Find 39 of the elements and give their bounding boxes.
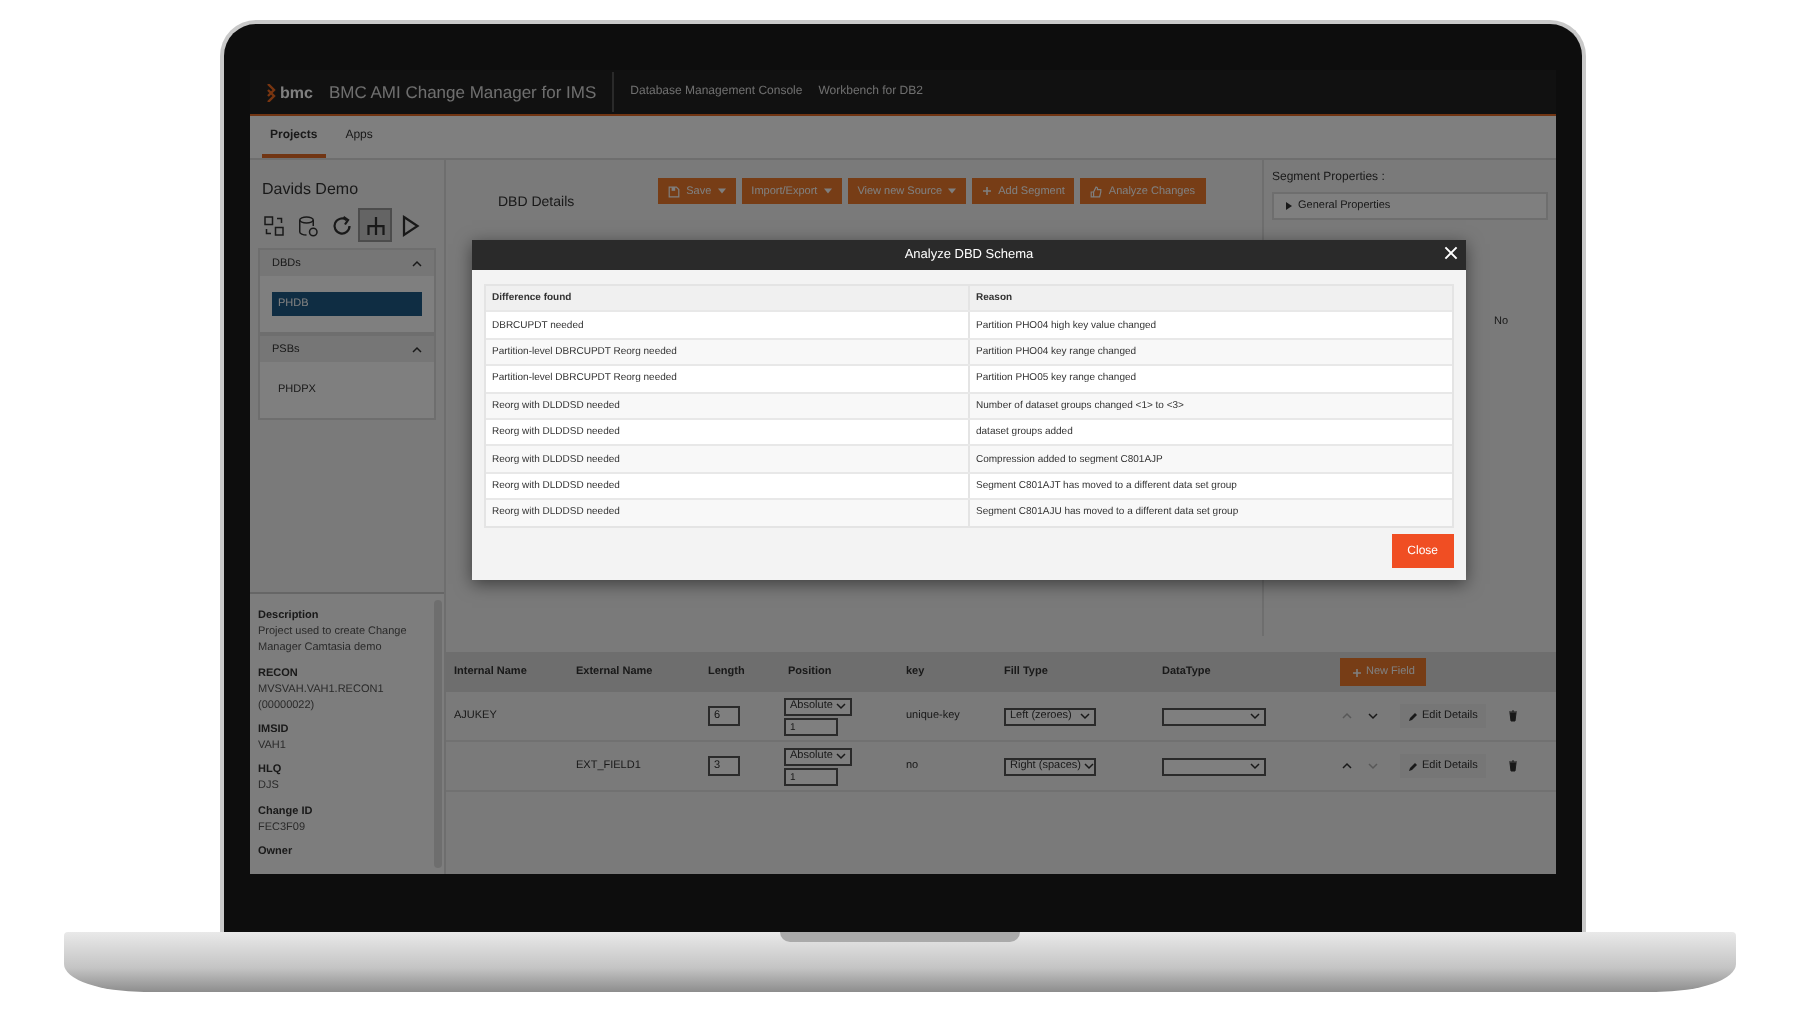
chevron-up-icon bbox=[1341, 762, 1351, 770]
logo-icon bbox=[266, 83, 276, 101]
toolbar-button[interactable] bbox=[258, 210, 288, 240]
caret-icon bbox=[823, 188, 832, 194]
data-type-select[interactable] bbox=[1162, 707, 1266, 725]
delete-button[interactable] bbox=[1507, 760, 1518, 772]
close-button[interactable] bbox=[1444, 246, 1458, 260]
chevron-down-icon bbox=[836, 702, 847, 710]
chevron-down-icon bbox=[1084, 762, 1095, 770]
database-icon bbox=[295, 213, 319, 237]
pencil-icon bbox=[1408, 711, 1418, 721]
trash-icon bbox=[1507, 710, 1518, 722]
logo-text: bmc bbox=[280, 83, 313, 101]
pencil-icon bbox=[1408, 761, 1418, 771]
plus-icon bbox=[982, 186, 993, 196]
data-type-select[interactable] bbox=[1162, 757, 1266, 775]
close-icon bbox=[1444, 246, 1458, 260]
project-name: Davids Demo bbox=[260, 178, 361, 202]
chevron-up-icon bbox=[412, 259, 422, 267]
chevron-down-icon bbox=[1250, 762, 1260, 770]
refresh-icon bbox=[329, 213, 353, 237]
chevron-down-icon bbox=[1367, 712, 1377, 720]
save-icon bbox=[668, 185, 681, 197]
chevron-down-icon bbox=[836, 752, 847, 760]
caret-icon bbox=[717, 188, 726, 194]
plus-icon bbox=[1352, 667, 1362, 677]
caret-icon bbox=[1286, 202, 1292, 210]
chevron-down-icon bbox=[1250, 712, 1260, 720]
delete-button[interactable] bbox=[1507, 710, 1518, 722]
toolbar-button[interactable] bbox=[360, 210, 390, 240]
hierarchy-icon bbox=[363, 213, 387, 237]
chevron-up-icon bbox=[412, 345, 422, 353]
trash-icon bbox=[1507, 760, 1518, 772]
play-icon bbox=[397, 213, 421, 237]
compare-icon bbox=[261, 213, 285, 237]
app-title: BMC AMI Change Manager for IMS bbox=[328, 72, 615, 112]
chevron-down-icon bbox=[1080, 712, 1090, 720]
caret-icon bbox=[948, 188, 957, 194]
thumbs-up-icon bbox=[1090, 185, 1103, 197]
